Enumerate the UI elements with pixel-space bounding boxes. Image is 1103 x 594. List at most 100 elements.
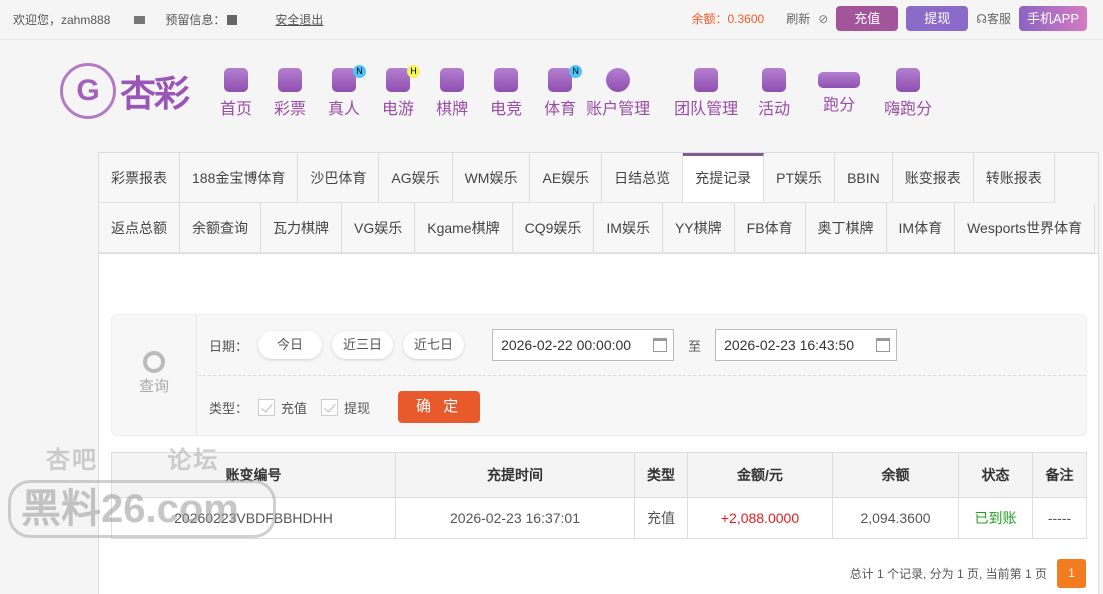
withdraw-button[interactable]: 提现 — [906, 6, 969, 31]
calendar-icon[interactable] — [653, 338, 668, 352]
cell-time: 2026-02-23 16:37:01 — [395, 497, 635, 539]
cell-id: 20260223VBDFBBHDHH — [111, 497, 396, 539]
query-label: 查询 — [138, 378, 169, 395]
table-row: 20260223VBDFBBHDHH 2026-02-23 16:37:01 充… — [111, 497, 1087, 539]
cards-icon — [440, 68, 465, 92]
logo-text: 杏彩 — [120, 73, 190, 114]
cell-balance: 2,094.3600 — [832, 497, 959, 539]
cell-amount: +2,088.0000 — [687, 497, 833, 539]
welcome-text: 欢迎您，zahm888 — [13, 13, 111, 27]
tab-4[interactable]: WM娱乐 — [452, 153, 531, 203]
tab-6[interactable]: 日结总览 — [602, 153, 684, 203]
tab-13[interactable]: 余额查询 — [180, 203, 261, 253]
tab-20[interactable]: FB体育 — [734, 203, 806, 253]
tab-12[interactable]: 返点总额 — [99, 203, 180, 253]
nav-home[interactable]: 首页 — [220, 60, 252, 119]
tab-9[interactable]: BBIN — [835, 153, 893, 203]
col-time: 充提时间 — [395, 452, 635, 498]
tab-22[interactable]: IM体育 — [886, 203, 956, 253]
cell-status: 已到账 — [958, 497, 1033, 539]
col-amount: 金额/元 — [687, 452, 833, 498]
mobile-app-button[interactable]: 手机APP — [1018, 6, 1087, 31]
end-date-input[interactable]: 2026-02-23 16:43:50 — [715, 329, 898, 361]
ticket-icon — [278, 68, 303, 92]
nav-lottery[interactable]: 彩票 — [274, 60, 306, 119]
new-badge: N — [569, 65, 583, 78]
top-bar: 欢迎您，zahm888 预留信息： 安全退出 余额：0.3600 刷新 ⊘ 充值… — [0, 0, 1103, 40]
withdraw-checkbox[interactable] — [321, 398, 339, 416]
col-id: 账变编号 — [111, 452, 396, 498]
page-1-button[interactable]: 1 — [1057, 559, 1086, 588]
tab-19[interactable]: YY棋牌 — [662, 203, 735, 253]
gamepad-icon — [494, 68, 519, 92]
type-label: 类型： — [209, 400, 249, 416]
col-remark: 备注 — [1032, 452, 1087, 498]
refresh-button[interactable]: 刷新 — [786, 10, 810, 27]
tab-11[interactable]: 转账报表 — [973, 153, 1055, 203]
report-panel: 彩票报表 188金宝博体育 沙巴体育 AG娱乐 WM娱乐 AE娱乐 日结总览 充提记录 PT娱乐… — [98, 152, 1099, 594]
three-days-button[interactable]: 近三日 — [332, 331, 394, 359]
tab-23[interactable]: Wesports世界体育 — [955, 203, 1095, 253]
today-button[interactable]: 今日 — [258, 331, 323, 359]
deposit-button[interactable]: 充值 — [836, 6, 899, 31]
tab-10[interactable]: 账变报表 — [892, 153, 974, 203]
mail-icon[interactable] — [134, 15, 146, 24]
col-balance: 余额 — [832, 452, 959, 498]
gamepad-icon: H — [386, 65, 421, 92]
tab-18[interactable]: IM娱乐 — [594, 203, 663, 253]
query-section: 查询 — [112, 315, 197, 435]
records-table: 账变编号 充提时间 类型 金额/元 余额 状态 备注 20260223VBDFB… — [111, 452, 1087, 539]
start-date-input[interactable]: 2026-02-22 00:00:00 — [492, 329, 675, 361]
tab-5[interactable]: AE娱乐 — [530, 153, 603, 203]
tab-14[interactable]: 瓦力棋牌 — [261, 203, 342, 253]
nav-team[interactable]: 团队管理 — [674, 60, 738, 119]
nav-sports[interactable]: N 体育 — [544, 60, 583, 119]
tab-21[interactable]: 奥丁棋牌 — [805, 203, 887, 253]
seven-days-button[interactable]: 近七日 — [403, 331, 465, 359]
reserve-info-label: 预留信息： — [165, 13, 226, 27]
hide-balance-icon[interactable]: ⊘ — [818, 12, 828, 26]
deposit-checkbox-label: 充值 — [281, 400, 308, 416]
tab-15[interactable]: VG娱乐 — [342, 203, 416, 253]
tab-0[interactable]: 彩票报表 — [99, 153, 180, 203]
deposit-checkbox[interactable] — [258, 398, 276, 416]
balance-value: 0.3600 — [727, 12, 765, 26]
logo[interactable]: G 杏彩 — [60, 60, 210, 122]
nav-live[interactable]: N 真人 — [328, 60, 367, 119]
headset-icon: ☊ — [976, 11, 987, 26]
confirm-button[interactable]: 确 定 — [398, 391, 481, 423]
rhino-icon — [818, 72, 861, 88]
customer-service-link[interactable]: 客服 — [987, 10, 1011, 27]
tab-16[interactable]: Kgame棋牌 — [415, 203, 513, 253]
nav-hi-paofen[interactable]: 嗨跑分 — [884, 60, 932, 119]
nav-account[interactable]: 账户管理 — [586, 60, 650, 119]
tab-17[interactable]: CQ9娱乐 — [512, 203, 595, 253]
tab-1[interactable]: 188金宝博体育 — [180, 153, 299, 203]
team-icon — [694, 68, 719, 92]
tab-8[interactable]: PT娱乐 — [764, 153, 836, 203]
to-label: 至 — [688, 338, 702, 354]
nav-promotions[interactable]: 活动 — [758, 60, 790, 119]
balance-label: 余额： — [691, 12, 728, 26]
main-nav: G 杏彩 首页 彩票 N 真人 H 电游 棋牌 电竞 N 体育 账户管理 团队管理 活动… — [60, 60, 932, 122]
hi-icon — [896, 68, 921, 92]
withdraw-checkbox-label: 提现 — [344, 400, 371, 416]
trophy-icon: N — [548, 65, 583, 92]
calendar-icon[interactable] — [876, 338, 891, 352]
pagination-summary: 总计 1 个记录, 分为 1 页, 当前第 1 页 — [849, 567, 1047, 581]
edit-icon[interactable] — [227, 14, 238, 25]
search-icon — [143, 351, 165, 373]
new-badge: N — [353, 65, 367, 78]
nav-esports[interactable]: 电竞 — [490, 60, 522, 119]
nav-slots[interactable]: H 电游 — [382, 60, 421, 119]
pagination: 总计 1 个记录, 分为 1 页, 当前第 1 页 1 — [850, 559, 1086, 588]
tab-2[interactable]: 沙巴体育 — [298, 153, 380, 203]
tab-7[interactable]: 充提记录 — [683, 153, 765, 203]
report-tabs: 彩票报表 188金宝博体育 沙巴体育 AG娱乐 WM娱乐 AE娱乐 日结总览 充提记录 PT娱乐… — [99, 153, 1098, 254]
tab-3[interactable]: AG娱乐 — [379, 153, 453, 203]
cell-type: 充值 — [634, 497, 688, 539]
nav-paofen[interactable]: 跑分 — [818, 60, 861, 115]
nav-cards[interactable]: 棋牌 — [436, 60, 468, 119]
col-status: 状态 — [958, 452, 1033, 498]
logout-link[interactable]: 安全退出 — [275, 11, 323, 28]
